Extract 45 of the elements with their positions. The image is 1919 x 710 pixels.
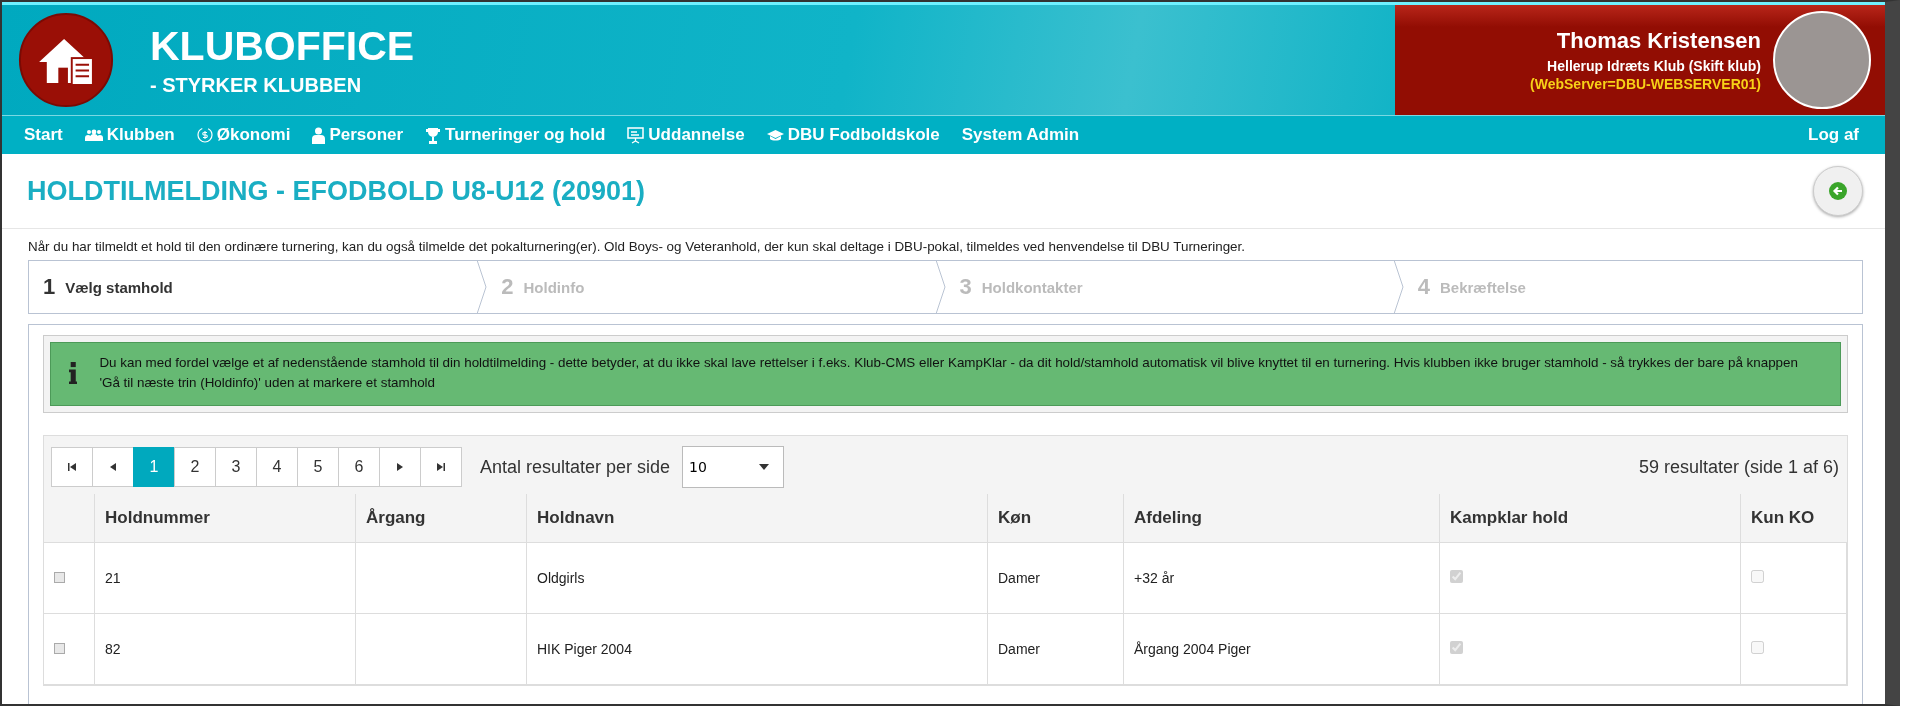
presentation-board-icon <box>627 126 645 144</box>
graduation-cap-icon <box>766 128 784 142</box>
last-page-icon <box>437 463 445 472</box>
table-cell: HIK Piger 2004 <box>526 613 988 685</box>
previous-page-button[interactable] <box>92 447 134 488</box>
previous-page-icon <box>110 463 116 472</box>
page-button[interactable]: 4 <box>256 447 298 488</box>
trophy-icon <box>425 126 442 144</box>
info-icon <box>69 360 78 387</box>
table-cell: 82 <box>94 613 356 685</box>
page-title: HOLDTILMELDING - EFODBOLD U8-U12 (20901) <box>27 175 646 207</box>
info-text: Du kan med fordel vælge et af nedenstående stamhold til din holdtilmelding - dette betyder, at du ikke skal lave rettelser i f.eks. Klub-CMS eller KampKlar - da dit hold/stamhold automatisk vil blive knyttet til en turnering. Hvis klubben ikke bruger stamhold - så trykkes der bare på knappen 'Gå til næste trin (Holdinfo)' uden at markere et stamhold <box>99 354 1799 393</box>
last-page-button[interactable] <box>420 447 462 488</box>
first-page-button[interactable] <box>51 447 93 488</box>
page-button[interactable]: 3 <box>215 447 257 488</box>
house-logo-icon <box>18 12 114 108</box>
app-subtitle: - STYRKER KLUBBEN <box>150 74 363 97</box>
next-page-icon <box>397 463 403 472</box>
table-cell: +32 år <box>1123 542 1440 614</box>
intro-text: Når du har tilmeldt et hold til den ordinære turnering, kan du også tilmelde det pokalturnering(er). Old Boys- og Veteranhold, der kun skal deltage i DBU-pokal, tilmeldes ved henvendelse til DBU Turneringer. <box>28 239 1246 254</box>
user-name: Thomas Kristensen <box>1555 28 1761 54</box>
page-button[interactable]: 2 <box>174 447 216 488</box>
table-cell: Damer <box>987 542 1124 614</box>
table-cell: Oldgirls <box>526 542 988 614</box>
person-icon <box>312 126 326 144</box>
table-cell: Damer <box>987 613 1124 685</box>
expand-icon[interactable] <box>54 643 65 655</box>
page-button[interactable]: 5 <box>297 447 339 488</box>
page-size-dropdown[interactable]: 10 <box>682 446 785 489</box>
table-cell: Årgang 2004 Piger <box>1123 613 1440 685</box>
back-button[interactable] <box>1813 166 1863 216</box>
app-title: KLUBOFFICE <box>150 23 415 70</box>
coin-icon <box>196 127 213 143</box>
expand-icon[interactable] <box>54 572 65 584</box>
table-cell: 21 <box>94 542 356 614</box>
results-summary: 59 resultater (side 1 af 6) <box>1638 456 1839 478</box>
people-icon <box>84 129 103 141</box>
page-size-label: Antal resultater per side <box>480 456 671 478</box>
server-label: (WebServer=DBU-WEBSERVER01) <box>1530 76 1761 92</box>
next-page-button[interactable] <box>379 447 421 488</box>
dropdown-caret-icon <box>759 464 770 471</box>
wizard-step[interactable]: 1 Vælg stamhold <box>29 261 488 313</box>
club-link[interactable]: Hellerup Idræts Klub (Skift klub) <box>1530 58 1761 74</box>
first-page-icon <box>68 463 76 472</box>
page-button[interactable]: 6 <box>338 447 380 488</box>
